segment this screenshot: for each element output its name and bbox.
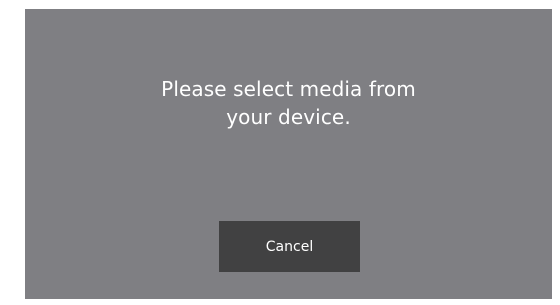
- screen: Please select media from your device. Ca…: [0, 0, 560, 305]
- dialog-message: Please select media from your device.: [25, 75, 552, 131]
- cancel-button[interactable]: Cancel: [219, 221, 360, 272]
- media-select-dialog: Please select media from your device. Ca…: [25, 9, 552, 299]
- dialog-message-line-1: Please select media from: [161, 77, 416, 101]
- dialog-message-line-2: your device.: [226, 105, 351, 129]
